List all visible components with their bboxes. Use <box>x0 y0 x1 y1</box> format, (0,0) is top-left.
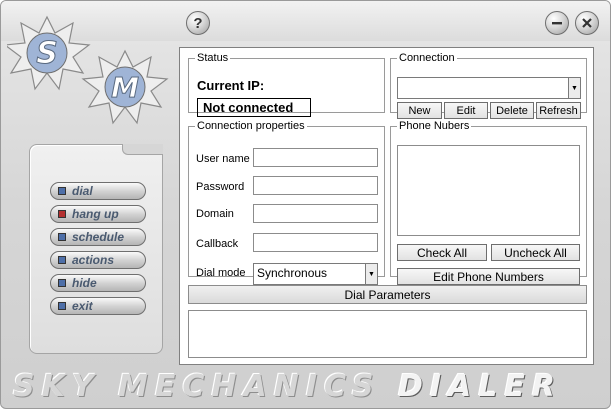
dial-parameters-area[interactable] <box>188 310 587 358</box>
connection-legend: Connection <box>399 52 455 64</box>
dial-mode-select[interactable]: Synchronous ▼ <box>253 263 378 285</box>
connection-group: Connection ▼ New Edit Delete Refresh <box>390 52 587 119</box>
dial-mode-label: Dial mode <box>196 267 246 279</box>
status-legend: Status <box>197 52 229 64</box>
connection-select[interactable]: ▼ <box>397 77 581 99</box>
hide-button[interactable]: hide <box>50 274 146 292</box>
nav-label: hide <box>72 276 97 290</box>
hang-up-button[interactable]: hang up <box>50 205 146 223</box>
actions-button[interactable]: actions <box>50 251 146 269</box>
minimize-icon <box>552 22 562 25</box>
nav-label: hang up <box>72 207 119 221</box>
dial-parameters-button[interactable]: Dial Parameters <box>188 285 587 304</box>
app-window: S M ? dial hang up schedule actions hide… <box>0 0 611 409</box>
led-icon <box>58 233 66 241</box>
led-icon <box>58 279 66 287</box>
help-button[interactable]: ? <box>186 11 210 35</box>
schedule-button[interactable]: schedule <box>50 228 146 246</box>
nav-panel-notch <box>122 144 163 155</box>
help-icon: ? <box>193 14 203 32</box>
phone-numbers-group: Phone Nubers Check All Uncheck All Edit … <box>390 120 587 285</box>
connection-properties-group: Connection properties User name Password… <box>188 120 385 285</box>
password-input[interactable] <box>253 176 378 195</box>
led-icon <box>58 256 66 264</box>
chevron-down-icon[interactable]: ▼ <box>568 78 580 98</box>
nav-panel: dial hang up schedule actions hide exit <box>29 144 163 354</box>
exit-button[interactable]: exit <box>50 297 146 315</box>
domain-input[interactable] <box>253 204 378 223</box>
nav-label: exit <box>72 299 93 313</box>
nav-label: actions <box>72 253 115 267</box>
new-connection-button[interactable]: New <box>397 102 442 119</box>
logo-letter-m: M <box>111 71 139 104</box>
minimize-button[interactable] <box>545 11 569 35</box>
brand-text: SKY MECHANICS DIALER <box>13 369 603 405</box>
brand-text-part1: SKY MECHANICS <box>13 369 398 404</box>
edit-connection-button[interactable]: Edit <box>444 102 488 119</box>
close-button[interactable] <box>575 11 599 35</box>
dial-mode-value: Synchronous <box>257 266 328 280</box>
status-group: Status Current IP: Not connected <box>188 52 385 117</box>
current-ip-label: Current IP: <box>197 78 265 93</box>
edit-phone-numbers-button[interactable]: Edit Phone Numbers <box>397 268 580 285</box>
led-icon <box>58 210 66 218</box>
dial-button[interactable]: dial <box>50 182 146 200</box>
password-label: Password <box>196 181 245 193</box>
brand-text-part2: DIALER <box>397 369 562 404</box>
led-icon <box>58 187 66 195</box>
domain-label: Domain <box>196 208 234 220</box>
ip-value: Not connected <box>197 98 311 117</box>
phone-numbers-list[interactable] <box>397 145 580 236</box>
nav-label: dial <box>72 184 93 198</box>
phone-numbers-legend: Phone Nubers <box>399 120 470 132</box>
uncheck-all-button[interactable]: Uncheck All <box>491 244 580 261</box>
callback-label: Callback <box>196 238 239 250</box>
main-panel: Status Current IP: Not connected Connect… <box>179 47 594 365</box>
delete-connection-button[interactable]: Delete <box>490 102 534 119</box>
logo-letter-s: S <box>36 36 58 71</box>
refresh-connection-button[interactable]: Refresh <box>536 102 581 119</box>
close-icon <box>582 18 592 28</box>
username-input[interactable] <box>253 148 378 167</box>
led-icon <box>58 302 66 310</box>
nav-label: schedule <box>72 230 125 244</box>
callback-input[interactable] <box>253 233 378 252</box>
connection-properties-legend: Connection properties <box>197 120 305 132</box>
app-logo: S M <box>7 15 169 125</box>
username-label: User name <box>196 153 250 165</box>
chevron-down-icon[interactable]: ▼ <box>365 264 377 284</box>
check-all-button[interactable]: Check All <box>397 244 487 261</box>
